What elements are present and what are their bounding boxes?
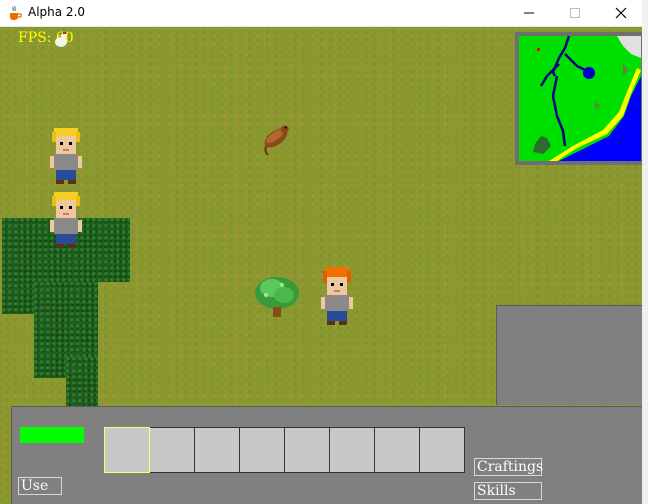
hotbar-slot-2[interactable]	[149, 427, 195, 473]
hotbar-slot-6[interactable]	[329, 427, 375, 473]
hotbar	[104, 427, 465, 473]
health-bar	[20, 427, 84, 443]
bush[interactable]	[252, 273, 302, 321]
window-title: Alpha 2.0	[28, 5, 86, 19]
info-panel	[496, 305, 642, 405]
hotbar-slot-1[interactable]	[104, 427, 150, 473]
window-titlebar[interactable]: Alpha 2.0	[0, 0, 648, 27]
use-button[interactable]: Use	[18, 477, 62, 495]
close-button[interactable]	[598, 0, 644, 26]
minimap[interactable]	[515, 32, 642, 165]
hud-panel: Use Craftings Skills	[11, 406, 642, 504]
minimize-icon	[524, 12, 534, 14]
hotbar-slot-7[interactable]	[374, 427, 420, 473]
java-cup-icon	[7, 5, 23, 21]
maximize-button[interactable]	[552, 0, 598, 26]
background-window-edge	[642, 0, 648, 504]
hotbar-slot-8[interactable]	[419, 427, 465, 473]
chicken-sprite[interactable]	[52, 31, 70, 49]
hotbar-slot-3[interactable]	[194, 427, 240, 473]
rat-creature[interactable]	[256, 121, 296, 155]
maximize-icon	[570, 8, 580, 18]
craftings-button[interactable]: Craftings	[474, 458, 543, 476]
skills-button[interactable]: Skills	[474, 482, 542, 500]
villager-npc[interactable]	[50, 188, 82, 252]
villager-npc[interactable]	[50, 124, 82, 188]
hotbar-slot-5[interactable]	[284, 427, 330, 473]
minimize-button[interactable]	[506, 0, 552, 26]
game-canvas[interactable]: FPS: 60 Use Craftings Skills	[0, 27, 642, 504]
player-character[interactable]	[320, 265, 354, 331]
close-icon	[615, 7, 627, 19]
hotbar-slot-4[interactable]	[239, 427, 285, 473]
